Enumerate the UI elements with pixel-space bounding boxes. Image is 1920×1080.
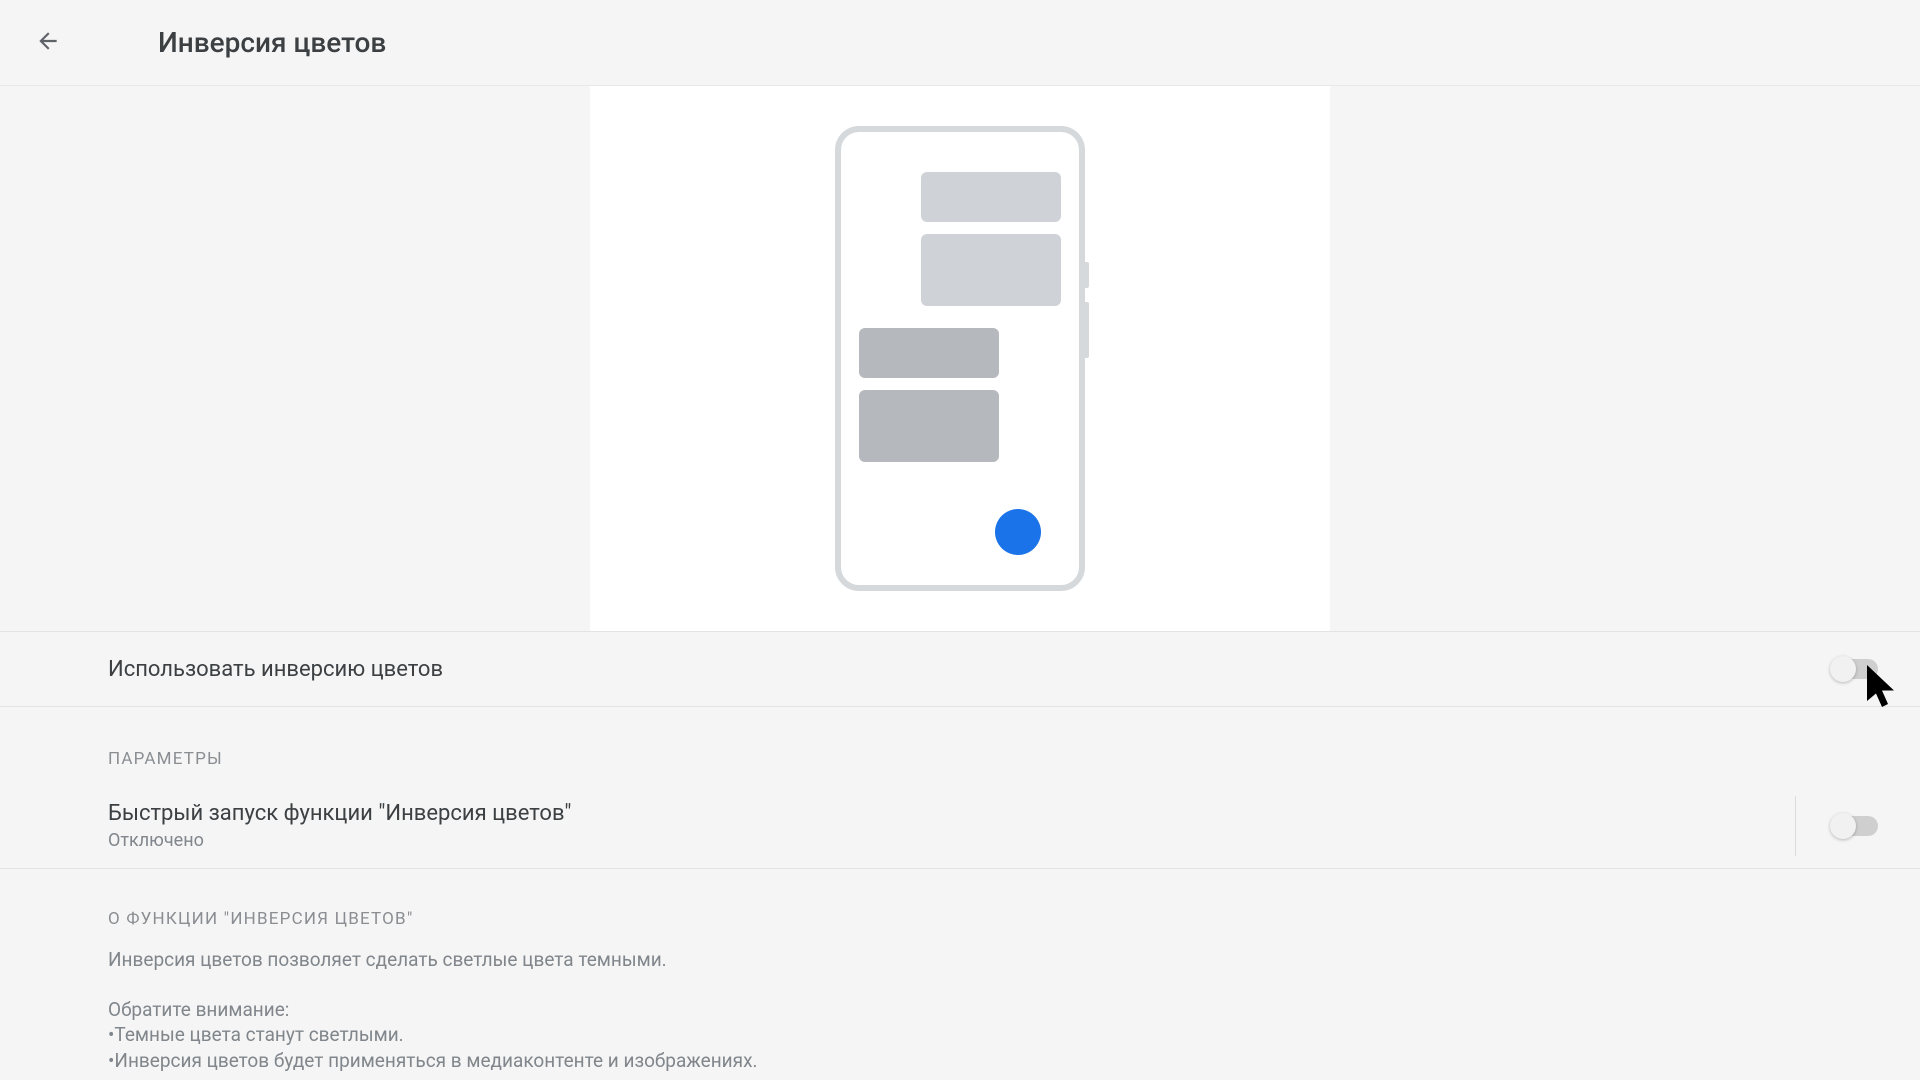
arrow-back-icon: [35, 28, 61, 58]
shortcut-subtitle: Отключено: [108, 830, 571, 851]
use-color-inversion-toggle[interactable]: [1832, 659, 1878, 679]
app-header: Инверсия цветов: [0, 0, 1920, 86]
chat-bubble-icon: [921, 172, 1061, 222]
vertical-divider: [1795, 796, 1796, 856]
about-note-intro: Обратите внимание:: [108, 997, 1812, 1023]
preview-card: [590, 86, 1330, 631]
about-text: Инверсия цветов позволяет сделать светлы…: [0, 947, 1920, 1074]
toggle-knob-icon: [1830, 656, 1856, 682]
back-button[interactable]: [24, 19, 72, 67]
chat-bubble-icon: [859, 328, 999, 378]
phone-mockup: [835, 126, 1085, 591]
params-section-header: ПАРАМЕТРЫ: [0, 707, 1920, 783]
toggle-knob-icon: [1830, 813, 1856, 839]
preview-area: [0, 86, 1920, 631]
fab-icon: [995, 509, 1041, 555]
use-color-inversion-label: Использовать инверсию цветов: [108, 657, 443, 682]
about-bullet-2: •Инверсия цветов будет применяться в мед…: [108, 1048, 1812, 1074]
shortcut-toggle-container: [1795, 783, 1878, 868]
page-title: Инверсия цветов: [158, 26, 386, 59]
chat-bubble-icon: [921, 234, 1061, 306]
phone-volume-button-icon: [1084, 302, 1089, 358]
shortcut-text: Быстрый запуск функции "Инверсия цветов"…: [108, 801, 571, 851]
chat-bubble-icon: [859, 390, 999, 462]
shortcut-toggle[interactable]: [1832, 816, 1878, 836]
shortcut-row[interactable]: Быстрый запуск функции "Инверсия цветов"…: [0, 783, 1920, 869]
about-paragraph-1: Инверсия цветов позволяет сделать светлы…: [108, 947, 1812, 973]
about-section-header: О ФУНКЦИИ "ИНВЕРСИЯ ЦВЕТОВ": [0, 869, 1920, 947]
use-color-inversion-row[interactable]: Использовать инверсию цветов: [0, 631, 1920, 707]
about-bullet-1: •Темные цвета станут светлыми.: [108, 1022, 1812, 1048]
shortcut-title: Быстрый запуск функции "Инверсия цветов": [108, 801, 571, 826]
phone-side-button-icon: [1084, 262, 1089, 288]
